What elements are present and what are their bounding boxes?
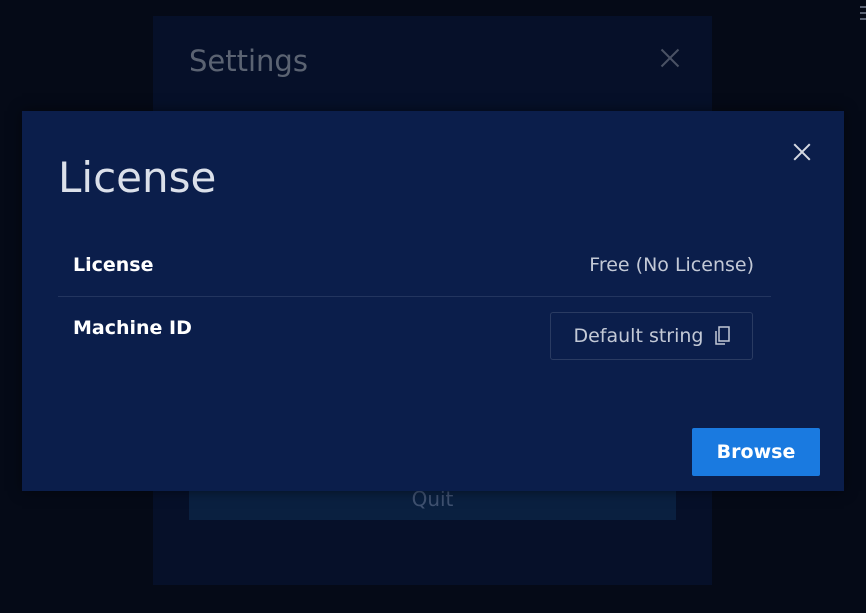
license-value: Free (No License): [589, 254, 754, 276]
license-dialog: License License Free (No License) Machin…: [22, 111, 844, 491]
menu-icon[interactable]: [860, 6, 866, 20]
settings-title: Settings: [189, 44, 308, 78]
license-dialog-title: License: [58, 153, 217, 202]
machine-id-copy-button[interactable]: Default string: [550, 312, 753, 360]
machine-id-value: Default string: [573, 325, 704, 347]
close-icon[interactable]: [792, 141, 812, 163]
settings-close-icon[interactable]: [658, 46, 682, 70]
license-label: License: [73, 254, 154, 276]
machine-id-label: Machine ID: [73, 317, 192, 339]
row-divider: [58, 296, 771, 297]
copy-icon[interactable]: [714, 326, 730, 346]
browse-button[interactable]: Browse: [692, 428, 820, 476]
